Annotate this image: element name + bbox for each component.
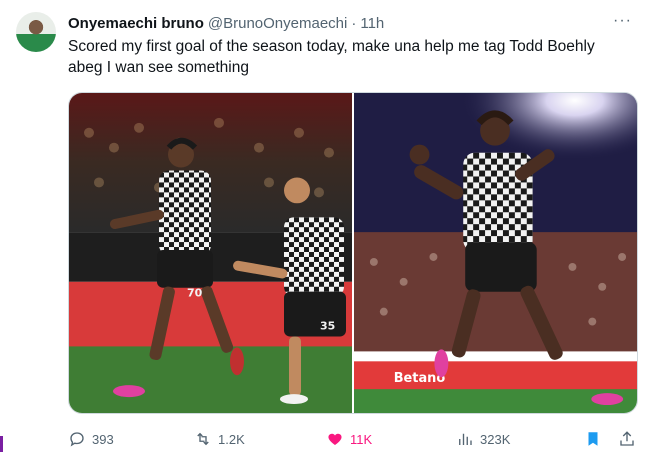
views-button[interactable]: 323K bbox=[456, 430, 510, 448]
share-icon bbox=[620, 431, 634, 446]
like-count: 11K bbox=[350, 431, 373, 447]
author-name[interactable]: Onyemaechi bruno bbox=[68, 15, 204, 32]
reply-button[interactable]: 393 bbox=[68, 430, 114, 448]
like-button[interactable]: 11K bbox=[326, 430, 372, 448]
photo-fist-pump[interactable]: Betano bbox=[354, 93, 637, 413]
separator-dot: · bbox=[351, 14, 357, 32]
reply-count: 393 bbox=[92, 431, 114, 447]
author-handle[interactable]: @BrunoOnyemaechi bbox=[208, 15, 347, 32]
photo-1-illustration: 70 35 bbox=[69, 93, 352, 413]
media-grid: 70 35 Betano bbox=[68, 92, 638, 414]
retweet-button[interactable]: 1.2K bbox=[194, 430, 245, 448]
retweet-icon bbox=[197, 432, 209, 446]
views-count: 323K bbox=[480, 431, 511, 447]
photo-2-illustration: Betano bbox=[354, 93, 637, 413]
jersey-number-back: 35 bbox=[320, 320, 335, 333]
tweet-text: Scored my first goal of the season today… bbox=[68, 38, 595, 76]
tweet-header: Onyemaechi bruno @BrunoOnyemaechi · 11h … bbox=[68, 12, 632, 34]
avatar[interactable] bbox=[16, 12, 56, 52]
share-button[interactable] bbox=[618, 430, 636, 448]
bookmark-icon bbox=[588, 432, 598, 446]
views-icon bbox=[459, 433, 472, 445]
more-icon[interactable]: ··· bbox=[613, 12, 632, 30]
page-edge-accent bbox=[0, 436, 3, 452]
timestamp[interactable]: 11h bbox=[360, 15, 384, 32]
bookmark-button[interactable] bbox=[584, 430, 602, 448]
reply-icon bbox=[70, 432, 84, 447]
action-bar: 393 1.2K 11K 323K bbox=[68, 428, 638, 450]
photo-celebration-pitch[interactable]: 70 35 bbox=[69, 93, 352, 413]
heart-icon bbox=[328, 433, 342, 445]
retweet-count: 1.2K bbox=[218, 431, 245, 447]
jersey-number-front: 70 bbox=[187, 287, 203, 300]
